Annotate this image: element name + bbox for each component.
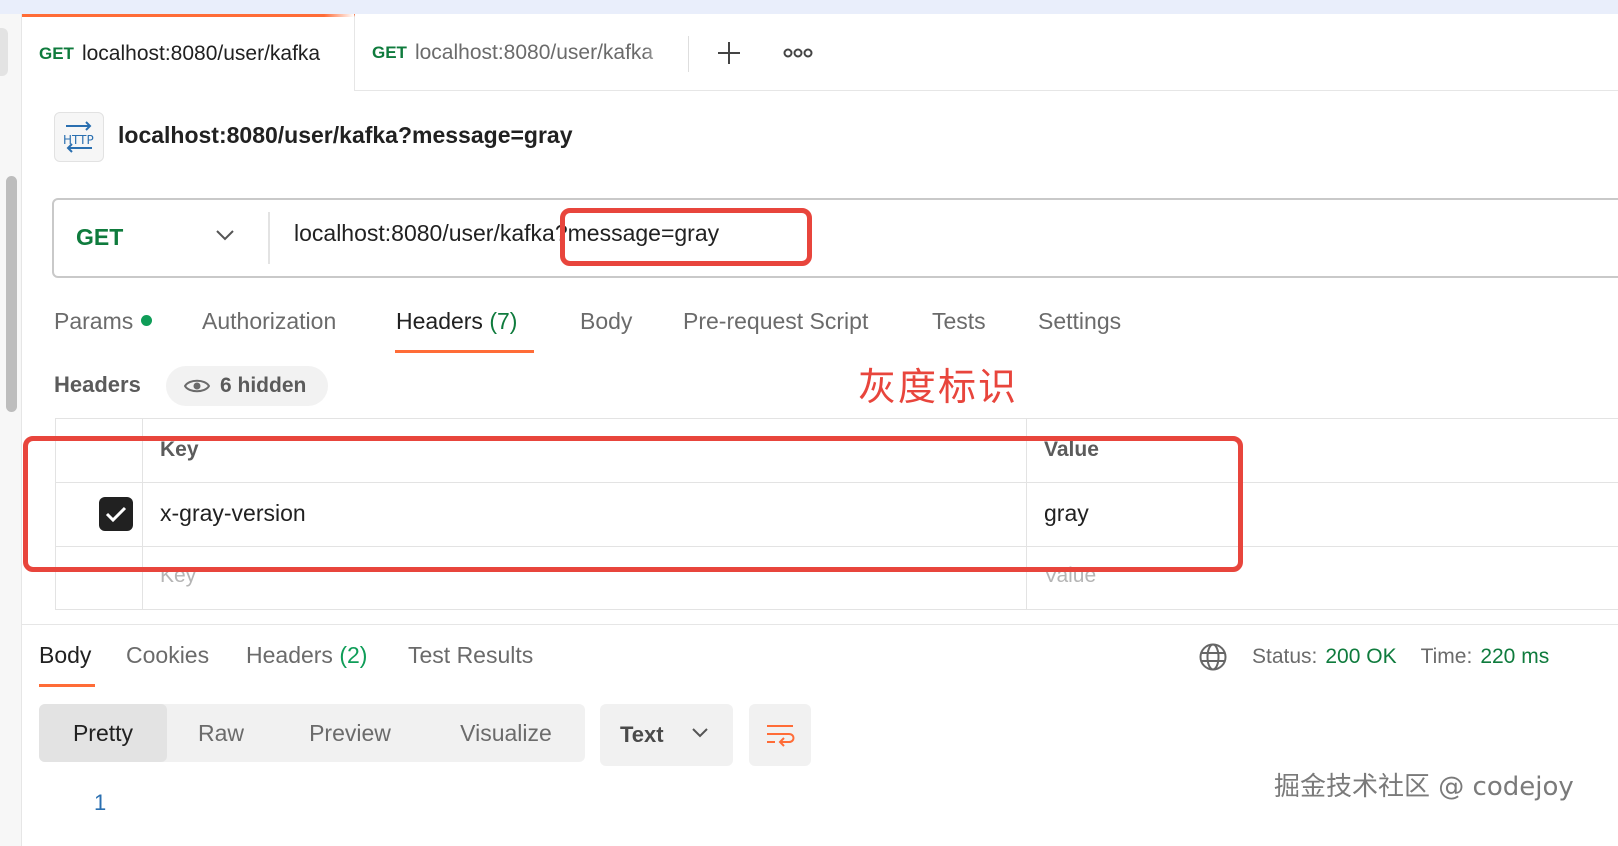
tab-headers[interactable]: Headers (7) xyxy=(396,308,517,335)
http-icon: HTTP xyxy=(54,112,104,162)
time-label: Time: xyxy=(1420,645,1473,668)
tab-method: GET xyxy=(372,42,407,62)
request-tab-active[interactable]: GET localhost:8080/user/kafka xyxy=(22,14,355,91)
content-type-select[interactable]: Text xyxy=(600,704,733,766)
content-type-label: Text xyxy=(620,722,664,747)
http-badge-text: HTTP xyxy=(63,133,94,147)
hidden-headers-label: 6 hidden xyxy=(220,374,307,397)
request-title[interactable]: localhost:8080/user/kafka?message=gray xyxy=(118,122,573,149)
left-gutter xyxy=(0,14,22,846)
annotation-box-url-query xyxy=(560,208,812,266)
status-value: 200 OK xyxy=(1325,645,1397,668)
format-visualize[interactable]: Visualize xyxy=(433,704,579,762)
tab-url: localhost:8080/user/kafka xyxy=(81,42,321,65)
tab-tests[interactable]: Tests xyxy=(932,308,986,335)
method-label: GET xyxy=(76,224,124,250)
wrap-lines-icon xyxy=(767,725,795,747)
watermark: 掘金技术社区 @ codejoy xyxy=(1274,772,1574,802)
eye-icon xyxy=(184,379,210,393)
response-divider xyxy=(22,624,1618,625)
response-status: Status: 200 OK Time: 220 ms xyxy=(1198,642,1549,672)
line-number: 1 xyxy=(94,790,107,815)
tab-fade xyxy=(324,14,354,88)
scrollbar[interactable] xyxy=(6,176,17,412)
more-icon[interactable] xyxy=(780,36,816,70)
active-tab-underline xyxy=(39,684,95,687)
tab-label: Headers xyxy=(246,642,333,668)
tab-label: Body xyxy=(580,308,633,334)
tab-settings[interactable]: Settings xyxy=(1038,308,1121,335)
tab-url: localhost:8080/user/kafka xyxy=(414,40,654,64)
response-tab-body[interactable]: Body xyxy=(39,642,91,669)
plus-icon[interactable] xyxy=(712,36,746,70)
tab-label: Authorization xyxy=(202,308,337,334)
tab-label: Pre-request Script xyxy=(683,308,869,334)
chevron-down-icon xyxy=(692,728,708,738)
wrap-lines-button[interactable] xyxy=(749,704,811,766)
tab-fade xyxy=(644,14,674,88)
annotation-box-header-row xyxy=(23,436,1243,572)
request-tab[interactable]: GET localhost:8080/user/kafka xyxy=(356,14,672,91)
tab-label: Headers xyxy=(396,308,483,334)
chevron-down-icon xyxy=(216,230,234,241)
tab-label: Cookies xyxy=(126,642,210,668)
globe-icon[interactable] xyxy=(1198,642,1228,672)
tab-pre-request-script[interactable]: Pre-request Script xyxy=(683,308,868,335)
format-preview[interactable]: Preview xyxy=(287,704,413,762)
tab-label: Test Results xyxy=(408,642,534,668)
postman-window: GET localhost:8080/user/kafka GET localh… xyxy=(0,0,1618,846)
response-tab-test-results[interactable]: Test Results xyxy=(408,642,533,669)
tab-count: (7) xyxy=(489,308,518,334)
format-raw[interactable]: Raw xyxy=(175,704,267,762)
tab-authorization[interactable]: Authorization xyxy=(202,308,336,335)
tab-method: GET xyxy=(39,44,74,63)
time-value: 220 ms xyxy=(1480,645,1550,668)
tab-count: (2) xyxy=(339,642,368,668)
format-selector: Pretty Raw Preview Visualize xyxy=(39,704,585,762)
tab-params[interactable]: Params xyxy=(54,308,153,335)
tab-bar: GET localhost:8080/user/kafka GET localh… xyxy=(22,14,1618,91)
response-tab-cookies[interactable]: Cookies xyxy=(126,642,209,669)
tab-label: Tests xyxy=(932,308,986,334)
top-strip xyxy=(0,0,1618,14)
tab-divider xyxy=(688,36,689,72)
active-tab-underline xyxy=(395,350,534,353)
method-select[interactable]: GET xyxy=(54,200,270,276)
tab-label: Settings xyxy=(1038,308,1122,334)
url-divider xyxy=(268,212,270,264)
params-indicator-dot xyxy=(141,315,153,327)
sidebar-toggle[interactable] xyxy=(0,28,8,76)
headers-section-title: Headers xyxy=(54,372,141,397)
status-label: Status: xyxy=(1252,645,1318,668)
tab-body[interactable]: Body xyxy=(580,308,632,335)
tab-label: Params xyxy=(54,308,134,334)
response-tab-headers[interactable]: Headers (2) xyxy=(246,642,367,669)
tab-label: Body xyxy=(39,642,92,668)
url-bar: GET localhost:8080/user/kafka?message=gr… xyxy=(52,198,1618,278)
hidden-headers-toggle[interactable]: 6 hidden xyxy=(166,366,328,406)
annotation-label: 灰度标识 xyxy=(858,365,1019,409)
format-pretty[interactable]: Pretty xyxy=(39,704,167,762)
